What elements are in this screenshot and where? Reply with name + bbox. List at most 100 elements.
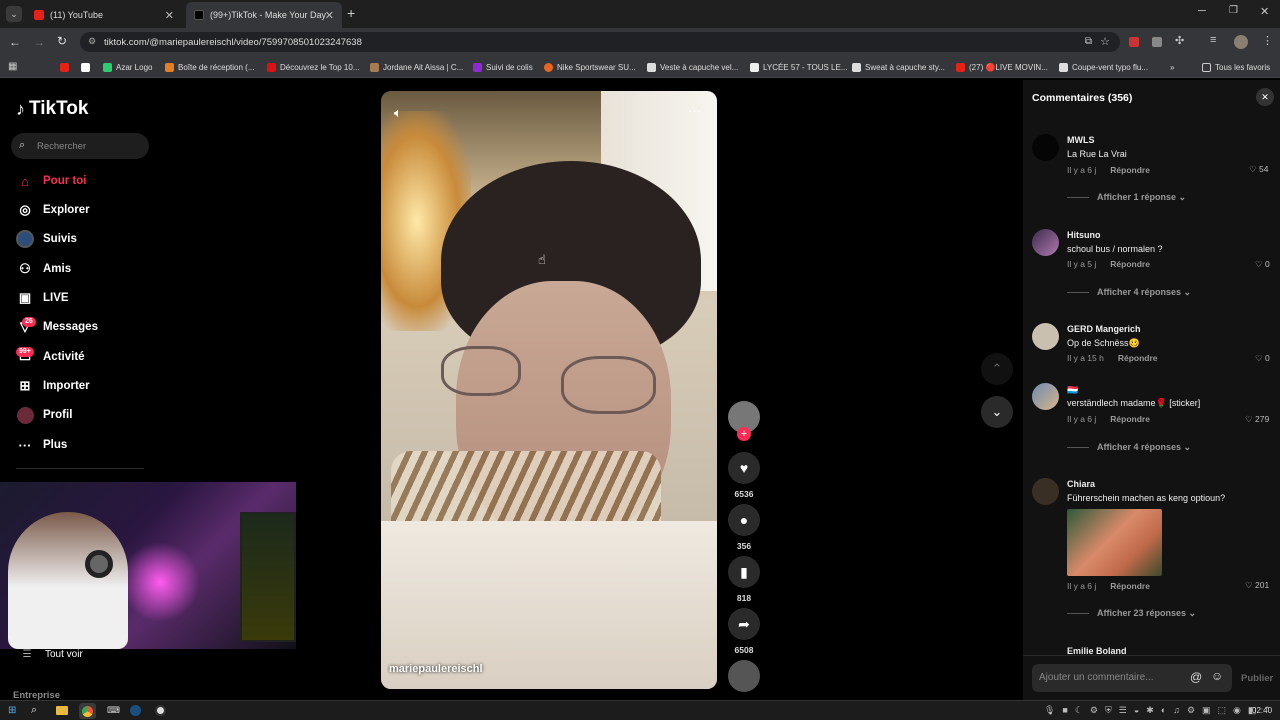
comment-avatar[interactable] — [1032, 229, 1059, 256]
extension-icon[interactable] — [1152, 37, 1162, 47]
back-icon[interactable]: ← — [9, 35, 21, 49]
steam-icon[interactable] — [130, 705, 141, 716]
close-window-icon[interactable]: ✕ — [1260, 5, 1269, 18]
minimize-window-icon[interactable]: ─ — [1198, 5, 1206, 17]
nav-explorer[interactable]: ◎ Explorer — [16, 200, 89, 220]
all-favorites-folder[interactable]: Tous les favoris — [1202, 60, 1270, 74]
clock[interactable]: 02:40 — [1252, 706, 1272, 715]
reply-button[interactable]: Répondre — [1110, 414, 1150, 424]
bookmark[interactable]: Nike Sportswear SU... — [544, 60, 636, 74]
see-all-link[interactable]: ☰ Tout voir — [18, 644, 83, 664]
next-video-button[interactable]: ⌄ — [981, 396, 1013, 428]
close-tab-icon[interactable]: ✕ — [325, 9, 334, 22]
nav-live[interactable]: ▣ LIVE — [16, 288, 69, 308]
obs-icon[interactable] — [155, 705, 166, 716]
media-control-icon[interactable]: ≡ — [1210, 34, 1216, 46]
comment-input[interactable]: Ajouter un commentaire... @ ☺ — [1032, 664, 1232, 692]
comment-user[interactable]: Hitsuno — [1067, 230, 1101, 240]
bookmark[interactable]: Découvrez le Top 10... — [267, 60, 359, 74]
nav-amis[interactable]: ⚇ Amis — [16, 259, 71, 279]
more-bookmarks-icon[interactable]: » — [1170, 60, 1174, 74]
music-disc-icon[interactable] — [728, 660, 760, 692]
bookmark-star-icon[interactable]: ☆ — [1100, 35, 1110, 48]
close-comments-icon[interactable]: ✕ — [1256, 88, 1274, 106]
bookmark[interactable]: Jordane Ait Aissa | C... — [370, 60, 463, 74]
search-icon[interactable]: ⌕ — [31, 704, 37, 717]
file-explorer-icon[interactable] — [56, 706, 68, 715]
comment-user[interactable]: MWLS — [1067, 135, 1095, 145]
comment-like[interactable]: ♡ 279 — [1245, 414, 1269, 425]
emoji-icon[interactable]: ☺ — [1211, 669, 1223, 683]
comment-like[interactable]: ♡ 54 — [1249, 164, 1268, 175]
nav-pour-toi[interactable]: ⌂ Pour toi — [16, 171, 86, 191]
site-info-icon[interactable]: ⚙ — [88, 36, 96, 47]
show-replies[interactable]: Afficher 23 réponses ⌄ — [1067, 608, 1196, 619]
browser-menu-icon[interactable]: ⋮ — [1262, 34, 1273, 47]
video-author[interactable]: mariepaulereischl — [389, 663, 483, 675]
video-player[interactable]: 🔈︎ ··· mariepaulereischl — [381, 91, 717, 689]
bookmark-icon[interactable]: ▮ — [728, 556, 760, 588]
reply-button[interactable]: Répondre — [1118, 353, 1158, 363]
reload-icon[interactable]: ↻ — [57, 34, 67, 48]
comment-like[interactable]: ♡ 201 — [1245, 580, 1269, 591]
show-replies[interactable]: Afficher 4 réponses ⌄ — [1067, 287, 1191, 298]
video-more-icon[interactable]: ··· — [688, 103, 701, 118]
tab-tiktok[interactable]: (99+)TikTok - Make Your Day ✕ — [186, 2, 342, 28]
terminal-icon[interactable]: ⌨ — [107, 705, 120, 716]
comment-avatar[interactable] — [1032, 478, 1059, 505]
follow-plus-icon[interactable]: + — [737, 427, 751, 441]
forward-icon[interactable]: → — [33, 35, 45, 49]
bookmark[interactable]: Azar Logo — [103, 60, 152, 74]
publish-button[interactable]: Publier — [1241, 673, 1273, 684]
volume-icon[interactable]: 🔈︎ — [394, 105, 402, 121]
extension-icon[interactable] — [1129, 37, 1139, 47]
bookmark[interactable]: Coupe-vent typo flu... — [1059, 60, 1148, 74]
bookmark[interactable]: Veste à capuche vel... — [647, 60, 738, 74]
nav-importer[interactable]: ⊞ Importer — [16, 376, 90, 396]
tab-youtube[interactable]: (11) YouTube ✕ — [26, 2, 182, 28]
reply-button[interactable]: Répondre — [1110, 165, 1150, 175]
bookmark-youtube-icon[interactable] — [60, 60, 73, 74]
bookmark[interactable]: Sweat à capuche sty... — [852, 60, 945, 74]
bookmark[interactable]: (27) 🔴LIVE MOVIN... — [956, 60, 1048, 74]
restore-window-icon[interactable]: ❐ — [1229, 5, 1238, 16]
comment-user[interactable]: GERD Mangerich — [1067, 324, 1141, 334]
extensions-puzzle-icon[interactable]: ✣ — [1175, 34, 1184, 47]
comment-meme-image[interactable] — [1067, 509, 1162, 576]
comment-bubble-icon[interactable]: ● — [728, 504, 760, 536]
chrome-icon[interactable] — [79, 703, 96, 719]
previous-video-button[interactable]: ⌃ — [981, 353, 1013, 385]
nav-profil[interactable]: Profil — [16, 405, 72, 425]
bookmark-gmail-icon[interactable] — [81, 60, 94, 74]
comment-avatar[interactable] — [1032, 383, 1059, 410]
new-tab-button[interactable]: + — [347, 5, 355, 21]
close-tab-icon[interactable]: ✕ — [165, 9, 174, 22]
mention-icon[interactable]: @ — [1190, 670, 1202, 684]
comment-like[interactable]: ♡ 0 — [1255, 353, 1270, 364]
show-replies[interactable]: Afficher 4 réponses ⌄ — [1067, 442, 1191, 453]
search-input[interactable]: ⌕ Rechercher — [11, 133, 149, 159]
reply-button[interactable]: Répondre — [1110, 581, 1150, 591]
comment-user[interactable]: 🇱🇺 — [1067, 385, 1078, 396]
comment-like[interactable]: ♡ 0 — [1255, 259, 1270, 270]
tab-search-chevron-icon[interactable]: ⌄ — [6, 6, 22, 22]
comment-avatar[interactable] — [1032, 134, 1059, 161]
show-replies[interactable]: Afficher 1 réponse ⌄ — [1067, 192, 1186, 203]
tiktok-logo[interactable]: ♪ TikTok — [16, 98, 88, 120]
share-arrow-icon[interactable]: ➦ — [728, 608, 760, 640]
profile-avatar[interactable] — [1234, 35, 1248, 49]
bookmark[interactable]: Boîte de réception (... — [165, 60, 255, 74]
comment-user[interactable]: Chiara — [1067, 479, 1095, 489]
apps-grid-icon[interactable]: ▦ — [8, 61, 17, 72]
bookmark[interactable]: LYCÉE 57 - TOUS LE... — [750, 60, 847, 74]
reply-button[interactable]: Répondre — [1110, 259, 1150, 269]
tray-icons[interactable]: 🎙︎■☾⚙⛨☰◒✱◐♫⚙▣⬚◉◧⌃ — [1044, 705, 1278, 716]
nav-suivis[interactable]: Suivis — [16, 229, 77, 249]
windows-start-icon[interactable]: ⊞ — [8, 705, 16, 716]
nav-plus[interactable]: ··· Plus — [16, 435, 68, 455]
install-app-icon[interactable]: ⧉ — [1085, 36, 1092, 47]
url-field[interactable]: ⚙ tiktok.com/@mariepaulereischl/video/75… — [80, 32, 1120, 52]
like-heart-icon[interactable]: ♥ — [728, 452, 760, 484]
bookmark[interactable]: Suivi de colis — [473, 60, 533, 74]
comment-avatar[interactable] — [1032, 323, 1059, 350]
